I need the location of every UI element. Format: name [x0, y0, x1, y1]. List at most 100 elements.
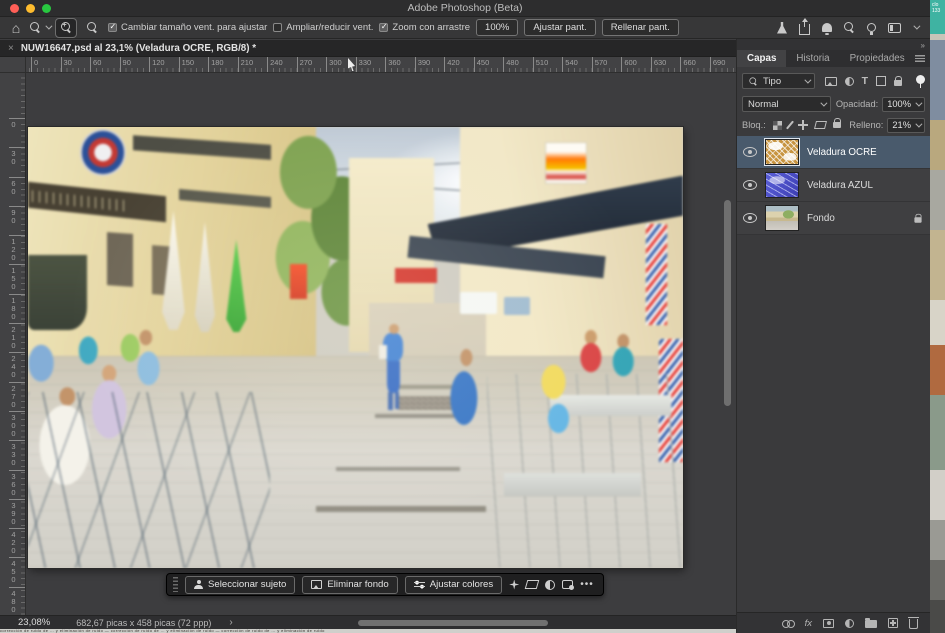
visibility-eye-icon[interactable] [743, 180, 757, 190]
ruler-label: 270 [297, 57, 327, 72]
checkbox-box[interactable] [379, 23, 388, 32]
layer-thumbnail[interactable] [765, 172, 799, 198]
ruler-label: 420 [444, 57, 474, 72]
filters-icon[interactable] [562, 580, 573, 589]
blend-mode-row: Normal Opacidad: 100% [737, 94, 930, 114]
layer-name[interactable]: Fondo [807, 213, 835, 224]
remove-background-label: Eliminar fondo [327, 579, 388, 590]
notifications-bell-icon[interactable] [822, 23, 832, 32]
lock-all-icon[interactable] [833, 122, 841, 128]
close-tab-icon[interactable]: × [8, 43, 14, 54]
filter-type-layers-icon[interactable]: T [862, 76, 868, 86]
fill-screen-button[interactable]: Rellenar pant. [602, 19, 679, 36]
sliders-icon [414, 580, 425, 589]
zoom-out-button[interactable] [82, 19, 102, 37]
chevron-down-icon [915, 99, 922, 106]
drag-handle[interactable] [173, 577, 178, 592]
horizontal-ruler: 0306090120150180210240270300330360390420… [26, 57, 736, 73]
checkbox-resize-window[interactable]: Cambiar tamaño vent. para ajustar [108, 22, 267, 33]
blend-mode-select[interactable]: Normal [742, 96, 831, 112]
filter-pixel-layers-icon[interactable] [825, 77, 837, 86]
vertical-scrollbar[interactable] [724, 200, 731, 406]
chevron-down-icon [915, 120, 922, 127]
zoom-tool-icon[interactable] [30, 19, 50, 37]
filter-smart-objects-icon[interactable] [894, 80, 902, 86]
lock-pixels-icon[interactable] [786, 121, 794, 130]
more-options-icon[interactable]: ••• [580, 579, 594, 590]
canvas-photo[interactable] [28, 127, 683, 568]
photoshop-window: Adobe Photoshop (Beta) ⌂ + Cambiar tamañ… [0, 0, 945, 633]
share-icon[interactable] [799, 24, 810, 35]
document-tab-bar: × NUW16647.psd al 23,1% (Veladura OCRE, … [0, 40, 736, 57]
ruler-label: 90 [9, 206, 25, 235]
lock-position-icon[interactable] [798, 120, 808, 130]
tab-propiedades[interactable]: Propiedades [840, 50, 915, 67]
lock-row: Bloq.: Relleno: 21% [737, 115, 930, 135]
ruler-label: 360 [385, 57, 415, 72]
add-mask-icon[interactable] [823, 619, 834, 628]
visibility-eye-icon[interactable] [743, 213, 757, 223]
magic-wand-icon[interactable] [509, 580, 519, 590]
layer-row-veladura-azul[interactable]: Veladura AZUL [737, 169, 930, 202]
search-icon[interactable] [844, 22, 855, 33]
layer-name[interactable]: Veladura OCRE [807, 147, 877, 158]
select-subject-button[interactable]: Seleccionar sujeto [185, 576, 295, 594]
checkbox-box[interactable] [108, 23, 117, 32]
fill-input[interactable]: 21% [887, 118, 925, 133]
ruler-label: 390 [415, 57, 445, 72]
checkbox-zoom-windows[interactable]: Ampliar/reducir vent. [273, 22, 373, 33]
ruler-label: 600 [621, 57, 651, 72]
document-tab-title[interactable]: NUW16647.psd al 23,1% (Veladura OCRE, RG… [21, 43, 256, 54]
new-group-icon[interactable] [865, 620, 877, 628]
layer-name[interactable]: Veladura AZUL [807, 180, 873, 191]
filter-type-select[interactable]: Tipo [742, 73, 815, 89]
ruler-label: 420 [9, 528, 25, 557]
layer-effects-icon[interactable]: fx [805, 618, 812, 629]
layer-row-veladura-ocre[interactable]: Veladura OCRE [737, 136, 930, 169]
remove-background-button[interactable]: Eliminar fondo [302, 576, 397, 594]
adjustment-layer-icon[interactable] [845, 619, 854, 628]
discover-lightbulb-icon[interactable] [867, 23, 876, 32]
adjust-colors-button[interactable]: Ajustar colores [405, 576, 502, 594]
background-text-fragment: clo 133 [930, 0, 945, 14]
visibility-eye-icon[interactable] [743, 147, 757, 157]
workspace-icon[interactable] [888, 23, 901, 33]
tab-capas[interactable]: Capas [737, 50, 786, 67]
panel-menu-icon[interactable] [915, 55, 925, 62]
layer-thumbnail[interactable] [765, 205, 799, 231]
status-chevron-icon[interactable]: › [229, 617, 232, 628]
zoom-in-button[interactable]: + [56, 19, 76, 37]
lock-transparency-icon[interactable] [773, 121, 782, 130]
filter-shape-layers-icon[interactable] [876, 76, 886, 86]
ruler-label: 360 [9, 470, 25, 499]
ruler-label: 240 [9, 352, 25, 381]
checkbox-box[interactable] [273, 23, 282, 32]
tab-historia[interactable]: Historia [786, 50, 839, 67]
ruler-label: 540 [562, 57, 592, 72]
ruler-label: 390 [9, 499, 25, 528]
filter-adjustment-layers-icon[interactable] [845, 77, 854, 86]
zoom-level[interactable]: 23,08% [18, 617, 50, 628]
home-icon[interactable]: ⌂ [8, 19, 24, 37]
zoom-100-button[interactable]: 100% [476, 19, 518, 36]
ruler-label: 180 [9, 294, 25, 323]
layer-thumbnail[interactable] [765, 139, 799, 165]
opacity-input[interactable]: 100% [882, 97, 925, 112]
ruler-label: 0 [31, 57, 61, 72]
beta-flask-icon[interactable] [777, 22, 787, 34]
checkbox-scrubby-zoom[interactable]: Zoom con arrastre [379, 22, 470, 33]
link-layers-icon[interactable] [782, 620, 794, 627]
filter-toggle-icon[interactable] [916, 75, 925, 88]
fit-screen-button[interactable]: Ajustar pant. [524, 19, 595, 36]
ruler-label: 210 [238, 57, 268, 72]
collapse-panels-icon[interactable]: » [921, 41, 924, 50]
lock-artboard-icon[interactable] [814, 121, 827, 129]
new-layer-icon[interactable] [888, 618, 898, 628]
horizontal-scrollbar[interactable] [358, 620, 548, 626]
layer-row-fondo[interactable]: Fondo [737, 202, 930, 235]
delete-layer-icon[interactable] [909, 619, 918, 629]
adjustment-icon[interactable] [545, 580, 555, 590]
image-icon [311, 580, 322, 589]
transform-icon[interactable] [525, 580, 540, 589]
chevron-down-icon[interactable] [913, 23, 920, 30]
